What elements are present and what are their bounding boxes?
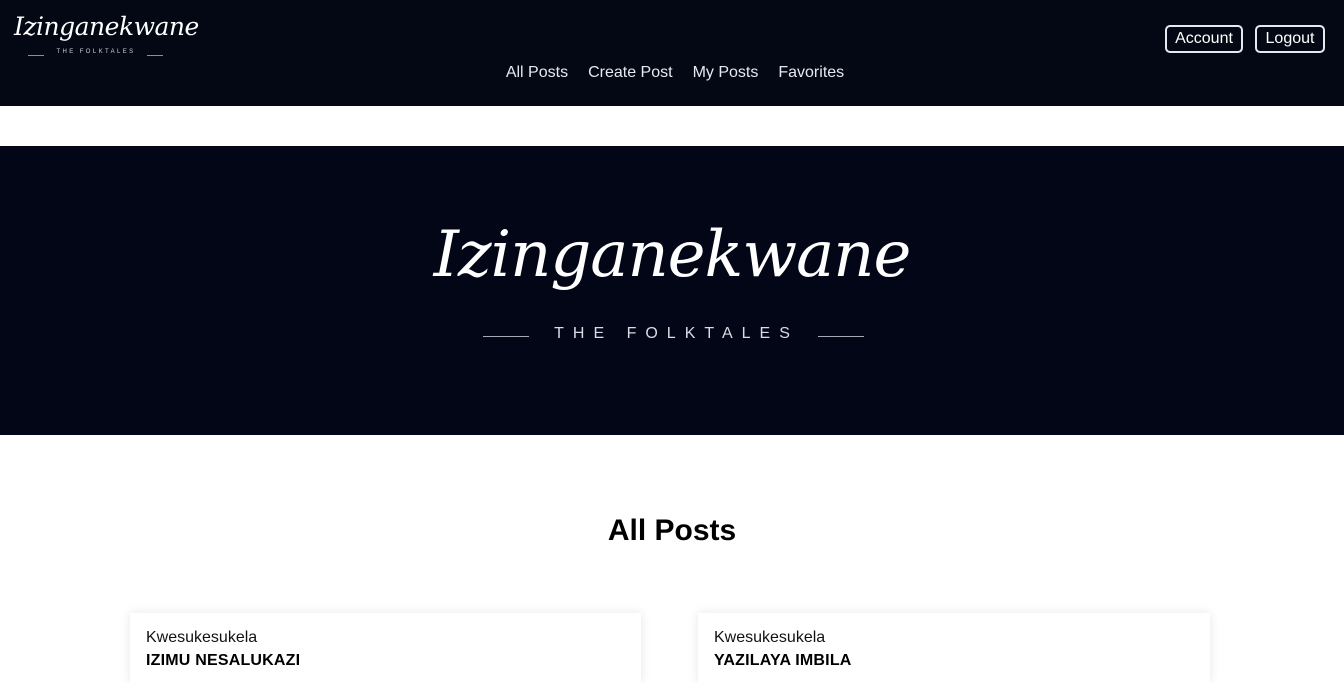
hero-divider-right (818, 336, 864, 337)
top-navbar: Izinganekwane THE FOLKTALES All Posts Cr… (0, 0, 1344, 106)
nav-all-posts[interactable]: All Posts (506, 64, 568, 82)
nav-favorites[interactable]: Favorites (778, 64, 844, 82)
post-category: Kwesukesukela (714, 629, 826, 646)
logo-script-text: Izinganekwane (14, 12, 199, 41)
hero-banner: Izinganekwane THE FOLKTALES (0, 146, 1344, 435)
post-title[interactable]: IZIMU NESALUKAZI (146, 652, 625, 670)
post-card[interactable]: Kwesukesukela YAZILAYA IMBILA (698, 613, 1210, 683)
post-card[interactable]: Kwesukesukela IZIMU NESALUKAZI (130, 613, 641, 683)
nav-create-post[interactable]: Create Post (588, 64, 672, 82)
main-nav: All Posts Create Post My Posts Favorites (0, 64, 1344, 82)
page-title: All Posts (607, 514, 737, 547)
hero-logo-script: Izinganekwane (433, 218, 912, 292)
account-button[interactable]: Account (1165, 25, 1243, 53)
post-category: Kwesukesukela (146, 629, 258, 646)
logo-divider-left (28, 55, 44, 56)
hero-tagline: THE FOLKTALES (554, 325, 799, 342)
logout-button[interactable]: Logout (1255, 25, 1325, 53)
site-logo[interactable]: Izinganekwane THE FOLKTALES (14, 12, 199, 62)
post-title[interactable]: YAZILAYA IMBILA (714, 652, 1194, 670)
nav-my-posts[interactable]: My Posts (693, 64, 759, 82)
logo-divider-right (147, 55, 163, 56)
